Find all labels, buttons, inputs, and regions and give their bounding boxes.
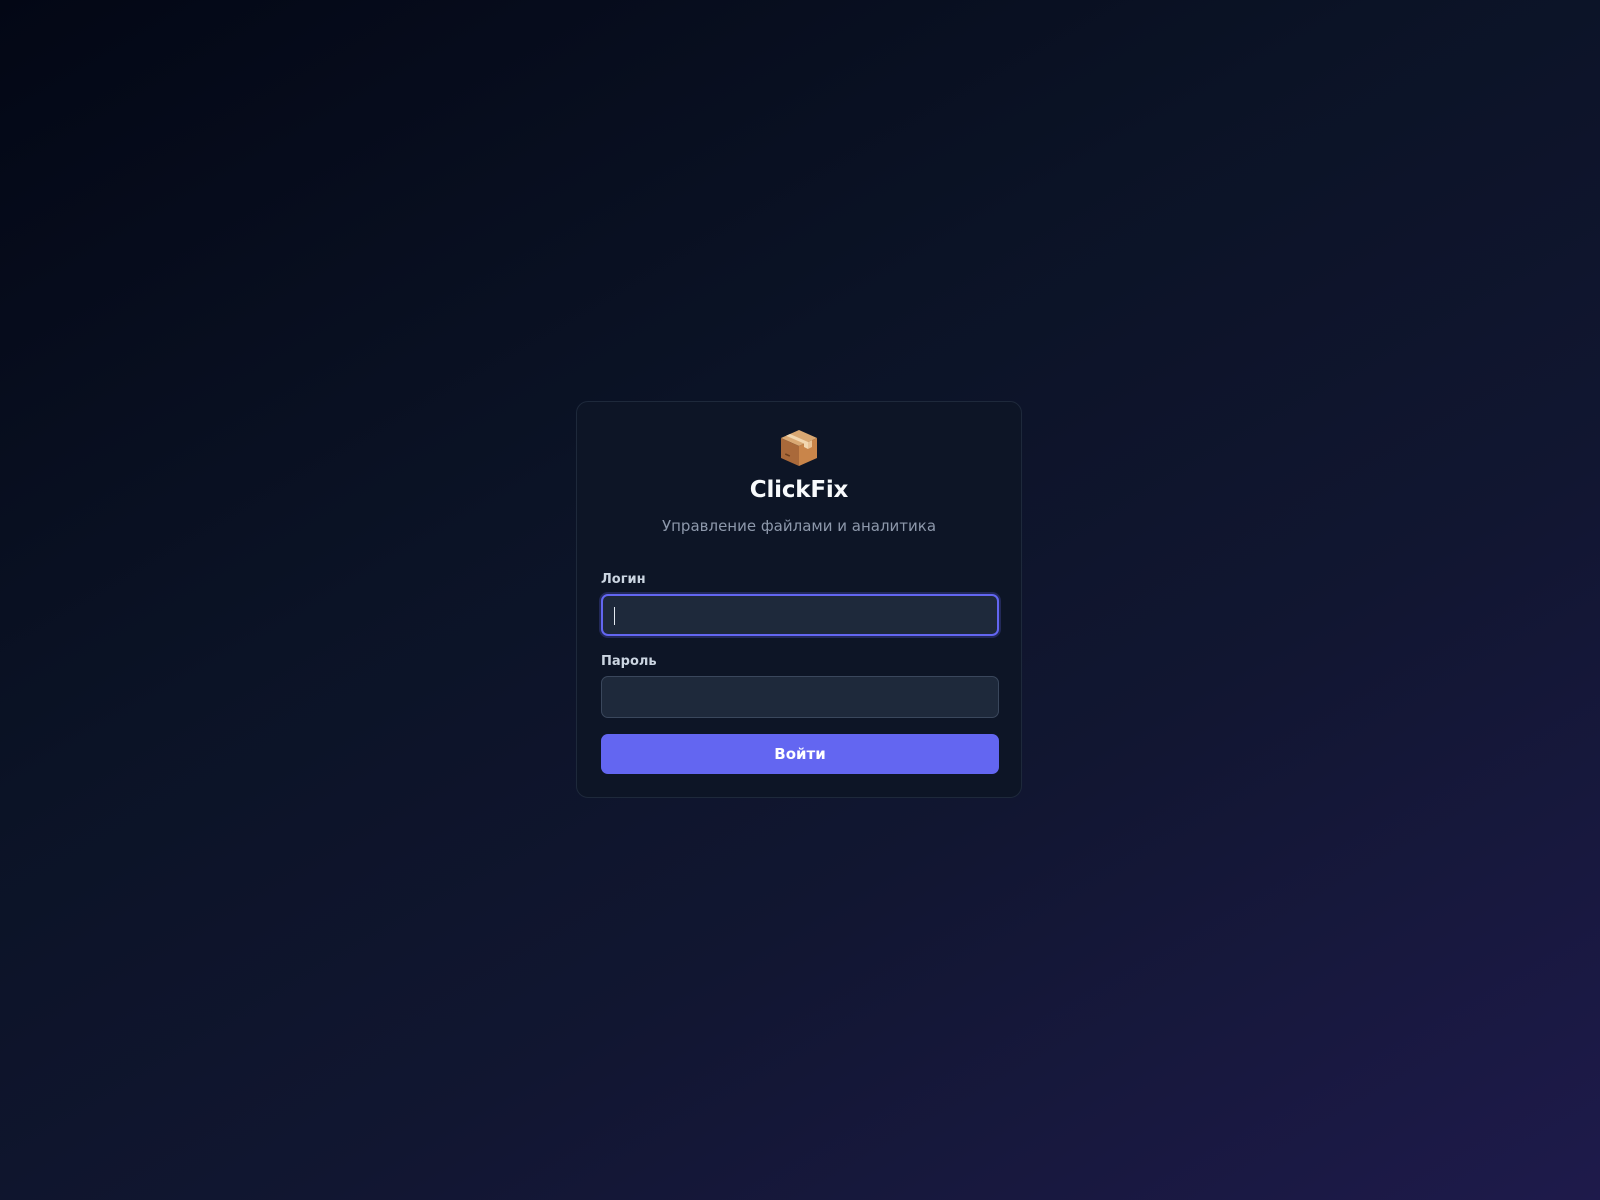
login-label: Логин	[601, 572, 646, 587]
login-page: { "app": { "logo_icon": "package-icon", …	[0, 0, 1600, 1200]
login-card: ClickFix Управление файлами и аналитика …	[576, 401, 1022, 798]
password-label: Пароль	[601, 654, 657, 669]
login-input[interactable]	[601, 594, 999, 636]
login-button[interactable]: Войти	[601, 734, 999, 774]
app-title: ClickFix	[749, 477, 849, 503]
text-caret	[614, 607, 615, 625]
password-input[interactable]	[601, 676, 999, 718]
package-icon	[779, 428, 819, 468]
app-tagline: Управление файлами и аналитика	[661, 517, 937, 535]
